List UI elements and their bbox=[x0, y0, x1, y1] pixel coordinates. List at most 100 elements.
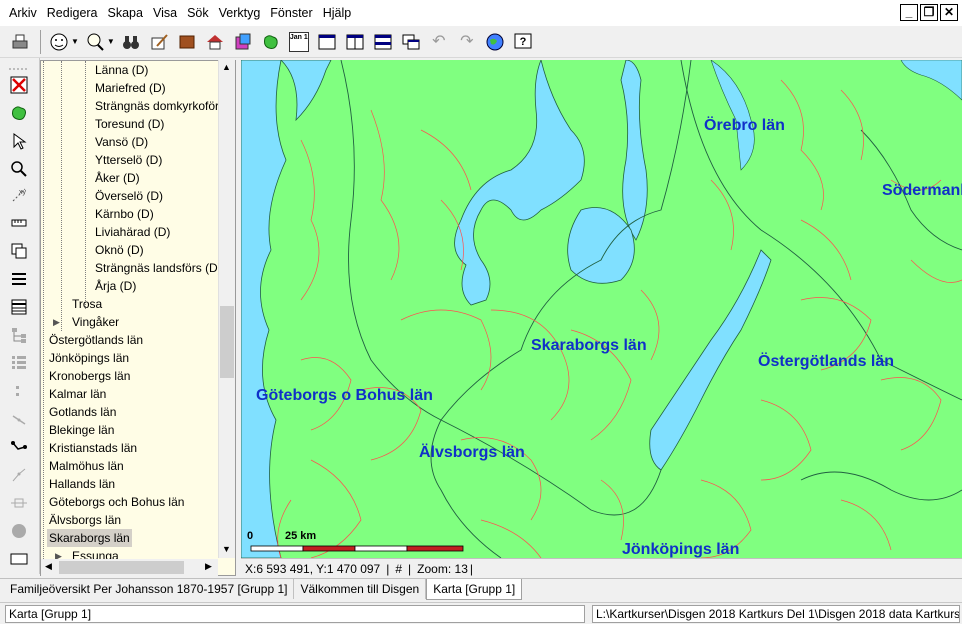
menu-verktyg[interactable]: Verktyg bbox=[214, 0, 266, 26]
menu-visa[interactable]: Visa bbox=[148, 0, 182, 26]
menu-fonster[interactable]: Fönster bbox=[265, 0, 317, 26]
scroll-up-icon[interactable]: ▲ bbox=[222, 62, 231, 72]
tab-welcome[interactable]: Välkommen till Disgen bbox=[294, 579, 427, 599]
tree-item[interactable]: Årja (D) bbox=[95, 277, 136, 295]
tree-item[interactable]: Trosa bbox=[72, 295, 102, 313]
window-horizontal-icon[interactable] bbox=[371, 30, 395, 54]
scale-distance-label: 25 km bbox=[285, 530, 317, 542]
menu-arkiv[interactable]: Arkiv bbox=[4, 0, 42, 26]
chevron-down-icon[interactable]: ▼ bbox=[107, 37, 115, 46]
map-label-sodermanland: Södermanlands län bbox=[882, 182, 962, 199]
tree-item[interactable]: Jönköpings län bbox=[49, 349, 129, 367]
circle-icon[interactable] bbox=[8, 520, 30, 542]
map-view[interactable]: Örebro län Södermanlands län Skaraborgs … bbox=[241, 60, 962, 558]
menu-sok[interactable]: Sök bbox=[182, 0, 214, 26]
print-icon[interactable] bbox=[8, 30, 32, 54]
map-layer-icon[interactable] bbox=[8, 102, 30, 124]
tree-item[interactable]: Ytterselö (D) bbox=[95, 151, 162, 169]
node-icon[interactable] bbox=[8, 492, 30, 514]
tree-item[interactable]: Mariefred (D) bbox=[95, 79, 166, 97]
tree-item[interactable]: Hallands län bbox=[49, 475, 115, 493]
window-split-icon[interactable] bbox=[343, 30, 367, 54]
person-icon[interactable] bbox=[47, 30, 71, 54]
route-icon[interactable] bbox=[8, 436, 30, 458]
tree-item[interactable]: Älvsborgs län bbox=[49, 511, 121, 529]
menu-skapa[interactable]: Skapa bbox=[103, 0, 148, 26]
tree-item[interactable]: Vansö (D) bbox=[95, 133, 148, 151]
dice-icon[interactable] bbox=[231, 30, 255, 54]
delete-icon[interactable] bbox=[8, 74, 30, 96]
calendar-icon[interactable]: Jan 1 bbox=[287, 30, 311, 54]
map-label-skaraborg: Skaraborgs län bbox=[531, 337, 647, 354]
binoculars-icon[interactable] bbox=[119, 30, 143, 54]
tree-item[interactable]: Kalmar län bbox=[49, 385, 106, 403]
tree-item[interactable]: Gotlands län bbox=[49, 403, 116, 421]
rectangle-icon[interactable] bbox=[8, 548, 30, 570]
ruler-icon[interactable] bbox=[8, 212, 30, 234]
undo-icon[interactable]: ↶ bbox=[427, 30, 451, 54]
tab-family-overview[interactable]: Familjeöversikt Per Johansson 1870-1957 … bbox=[4, 579, 295, 599]
tree-diagram-icon[interactable] bbox=[8, 324, 30, 346]
window-controls: _ ❐ ✕ bbox=[900, 4, 958, 21]
book-icon[interactable] bbox=[175, 30, 199, 54]
copy-icon[interactable] bbox=[8, 240, 30, 262]
tree-vertical-scrollbar[interactable]: ▲ ▼ bbox=[218, 60, 235, 558]
tree-item[interactable]: Överselö (D) bbox=[95, 187, 163, 205]
zoom-icon[interactable] bbox=[8, 158, 30, 180]
measure-icon[interactable]: xy bbox=[8, 184, 30, 206]
tree-item[interactable]: Oknö (D) bbox=[95, 241, 144, 259]
place-tree[interactable]: Länna (D) Mariefred (D) Strängnäs domkyr… bbox=[40, 60, 236, 576]
tree-item[interactable]: Göteborgs och Bohus län bbox=[49, 493, 184, 511]
table-icon[interactable] bbox=[8, 296, 30, 318]
scroll-down-icon[interactable]: ▼ bbox=[222, 544, 231, 554]
tree-item-selected[interactable]: Skaraborgs län bbox=[47, 529, 132, 547]
map-label-goteborg-bohus: Göteborgs o Bohus län bbox=[256, 387, 433, 404]
points-icon[interactable] bbox=[8, 380, 30, 402]
tree-item[interactable]: Strängnäs domkyrkoförs bbox=[95, 97, 225, 115]
redo-icon[interactable]: ↷ bbox=[455, 30, 479, 54]
menu-redigera[interactable]: Redigera bbox=[42, 0, 103, 26]
scroll-thumb[interactable] bbox=[220, 306, 234, 378]
tree-horizontal-scrollbar[interactable]: ◀ ▶ bbox=[41, 559, 218, 576]
pointer-icon[interactable] bbox=[8, 130, 30, 152]
window-cascade-icon[interactable] bbox=[399, 30, 423, 54]
tree-item[interactable]: Vingåker bbox=[72, 313, 119, 331]
tree-expand-icon[interactable]: ▶ bbox=[53, 313, 60, 331]
person-search-icon[interactable] bbox=[83, 30, 107, 54]
polyline-icon[interactable] bbox=[8, 464, 30, 486]
restore-button[interactable]: ❐ bbox=[920, 4, 938, 21]
minimize-button[interactable]: _ bbox=[900, 4, 918, 21]
window-single-icon[interactable] bbox=[315, 30, 339, 54]
tree-item[interactable]: Malmöhus län bbox=[49, 457, 124, 475]
chevron-down-icon[interactable]: ▼ bbox=[71, 37, 79, 46]
scroll-left-icon[interactable]: ◀ bbox=[45, 561, 52, 572]
coordinates-readout: X:6 593 491, Y:1 470 097 bbox=[245, 561, 381, 576]
scroll-right-icon[interactable]: ▶ bbox=[205, 561, 212, 572]
map-icon[interactable] bbox=[259, 30, 283, 54]
tree-item[interactable]: Kristianstads län bbox=[49, 439, 137, 457]
list-icon[interactable] bbox=[8, 268, 30, 290]
separator: | bbox=[386, 561, 390, 576]
tree-item[interactable]: Toresund (D) bbox=[95, 115, 164, 133]
map-label-alvsborg: Älvsborgs län bbox=[419, 444, 525, 461]
status-left: Karta [Grupp 1] bbox=[5, 605, 585, 623]
write-icon[interactable] bbox=[147, 30, 171, 54]
tree-item[interactable]: Åker (D) bbox=[95, 169, 140, 187]
menu-hjalp[interactable]: Hjälp bbox=[318, 0, 357, 26]
help-icon[interactable]: ? bbox=[511, 30, 535, 54]
tree-item[interactable]: Blekinge län bbox=[49, 421, 114, 439]
line-tool-icon[interactable] bbox=[8, 408, 30, 430]
tree-item[interactable]: Kronobergs län bbox=[49, 367, 130, 385]
close-button[interactable]: ✕ bbox=[940, 4, 958, 21]
tree-item[interactable]: Länna (D) bbox=[95, 61, 148, 79]
tab-map[interactable]: Karta [Grupp 1] bbox=[426, 579, 523, 600]
separator: | bbox=[408, 561, 412, 576]
scroll-thumb[interactable] bbox=[59, 561, 184, 574]
grid-icon[interactable] bbox=[8, 352, 30, 374]
tree-item[interactable]: Kärnbo (D) bbox=[95, 205, 154, 223]
tree-item[interactable]: Östergötlands län bbox=[49, 331, 143, 349]
home-icon[interactable] bbox=[203, 30, 227, 54]
tree-item[interactable]: Liviahärad (D) bbox=[95, 223, 170, 241]
tree-item[interactable]: Strängnäs landsförs (D) bbox=[95, 259, 222, 277]
globe-icon[interactable] bbox=[483, 30, 507, 54]
